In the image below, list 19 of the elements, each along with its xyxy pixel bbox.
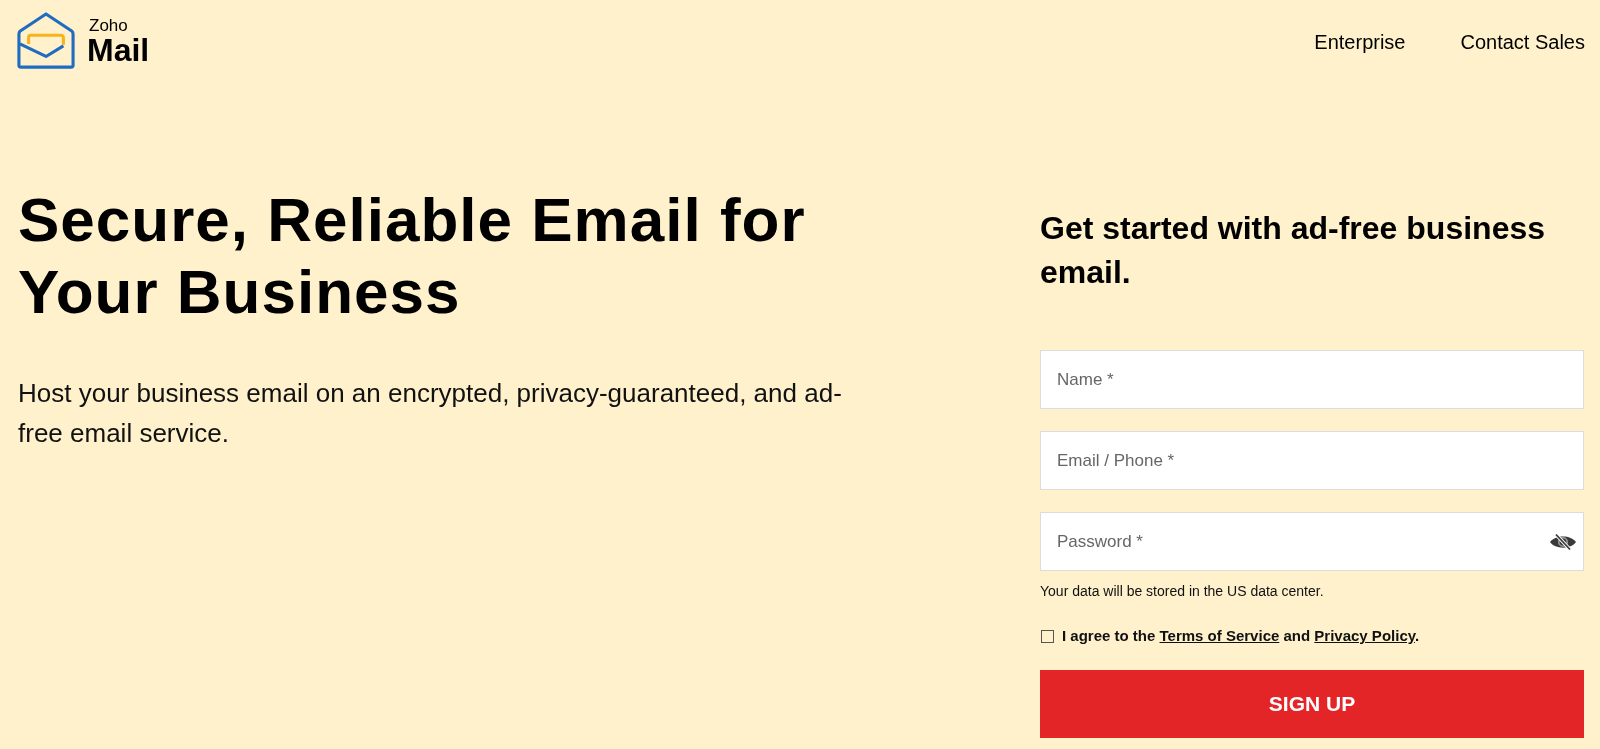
consent-checkbox[interactable] <box>1041 629 1054 643</box>
eye-slash-icon <box>1549 533 1577 551</box>
hero-description: Host your business email on an encrypted, privacy-guaranteed, and ad-free email service. <box>18 377 843 450</box>
nav-link[interactable]: Contact Sales <box>1460 30 1585 54</box>
input-field[interactable]: Name * <box>1040 350 1584 409</box>
envelope-logo-icon <box>17 12 75 70</box>
logo-brand-text: Zoho <box>89 16 129 34</box>
input-field[interactable]: Email / Phone * <box>1040 431 1584 490</box>
hero-headline: Secure, Reliable Email for Your Business <box>18 184 807 328</box>
sign-up-button[interactable]: SIGN UP <box>1040 670 1584 738</box>
password-field[interactable]: Password * <box>1040 512 1584 571</box>
data-center-note: Your data will be stored in the US data center. <box>1040 582 1325 601</box>
nav-link[interactable]: Enterprise <box>1314 30 1406 54</box>
consent-text: I agree to the Terms of Service and Privacy Policy. <box>1062 626 1420 646</box>
legal-link[interactable]: Terms of Service <box>1159 627 1280 644</box>
logo-product-text: Mail <box>87 33 150 66</box>
legal-link[interactable]: Privacy Policy <box>1314 627 1415 644</box>
password-visibility-toggle[interactable] <box>1549 533 1577 551</box>
signup-heading: Get started with ad-free business email. <box>1040 209 1546 292</box>
